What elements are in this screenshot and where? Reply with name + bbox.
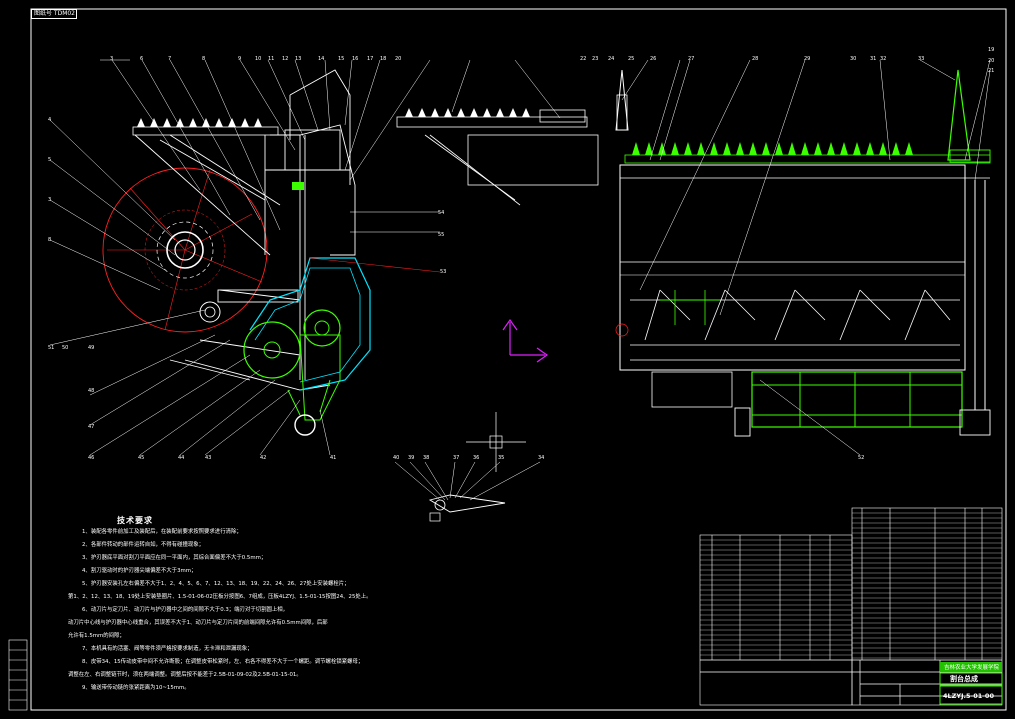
callout-number: 4 bbox=[48, 117, 52, 123]
callout-number: 8 bbox=[202, 56, 206, 62]
ucs-axis-icon bbox=[502, 318, 549, 363]
callout-number: 5 bbox=[48, 157, 52, 163]
callout-number: 36 bbox=[473, 455, 480, 461]
callout-number: 52 bbox=[858, 455, 865, 461]
callout-number: 47 bbox=[88, 424, 95, 430]
callout-number: 42 bbox=[260, 455, 267, 461]
callout-number: 27 bbox=[688, 56, 695, 62]
note-line: 7、本机具有的活塞、阀等零件须严格按要求制造，无卡滞和泄漏现象； bbox=[82, 646, 253, 652]
callout-number: 35 bbox=[498, 455, 505, 461]
drawing-code: 4LZYJ.5-01-00 bbox=[943, 692, 994, 700]
callout-number: 20 bbox=[395, 56, 402, 62]
callout-number: 38 bbox=[423, 455, 430, 461]
callout-number: 12 bbox=[282, 56, 289, 62]
callout-number: 48 bbox=[88, 388, 95, 394]
callout-number: 33 bbox=[918, 56, 925, 62]
callout-number: 55 bbox=[438, 232, 445, 238]
callout-number: 43 bbox=[205, 455, 212, 461]
callout-number: 7 bbox=[168, 56, 172, 62]
callout-number: 40 bbox=[393, 455, 400, 461]
callout-number: 44 bbox=[178, 455, 185, 461]
callout-number: 46 bbox=[88, 455, 95, 461]
callout-number: 45 bbox=[138, 455, 145, 461]
callout-number: 10 bbox=[255, 56, 262, 62]
callout-number: 31 bbox=[870, 56, 877, 62]
callout-number: 24 bbox=[608, 56, 615, 62]
callout-number: 49 bbox=[88, 345, 95, 351]
callout-number: 3 bbox=[110, 56, 114, 62]
callout-number: 41 bbox=[330, 455, 337, 461]
callout-number: 28 bbox=[752, 56, 759, 62]
drawing-name: 割台总成 bbox=[950, 675, 978, 683]
school-name: 吉林农业大学发展学院 bbox=[944, 665, 1000, 671]
callout-number: 6 bbox=[140, 56, 144, 62]
callout-number: 9 bbox=[238, 56, 242, 62]
note-line: 5、护刃器安装孔左右偏差不大于1、2、4、5、6、7、12、13、18、19、2… bbox=[82, 581, 350, 587]
callout-number: 11 bbox=[268, 56, 275, 62]
callout-number: 8 bbox=[48, 237, 52, 243]
note-line: 调整在左、右调整链节时，须在两端调整。调整后按不能差于2.5B-01-09-02… bbox=[68, 672, 302, 678]
front-view bbox=[615, 69, 991, 437]
detail-cutter bbox=[396, 59, 599, 206]
callout-number: 19 bbox=[988, 47, 995, 53]
callout-number: 15 bbox=[338, 56, 345, 62]
margin-strip bbox=[8, 639, 28, 711]
callout-number: 50 bbox=[62, 345, 69, 351]
callout-number: 3 bbox=[48, 197, 52, 203]
note-line: 第1、2、12、13、18、19处上安装垫圈片、1.5-01-06-02压板分按… bbox=[68, 594, 372, 600]
note-line: 4、割刀驱动时的护刃器尖端偏差不大于3mm； bbox=[82, 568, 197, 574]
callout-number: 17 bbox=[367, 56, 374, 62]
callout-number: 21 bbox=[988, 68, 995, 74]
callout-number: 18 bbox=[380, 56, 387, 62]
note-line: 6、动刀片与定刀片、动刀片与护刃器中之间的间隙不大于0.3；端刃对于切割圆上相， bbox=[82, 607, 289, 613]
callout-number: 16 bbox=[352, 56, 359, 62]
callout-number: 26 bbox=[650, 56, 657, 62]
callout-number: 39 bbox=[408, 455, 415, 461]
callout-number: 20 bbox=[988, 58, 995, 64]
note-line: 3、护刃器底平面对割刀平面应在同一平面内，其综合面偏差不大于0.5mm； bbox=[82, 555, 267, 561]
note-line: 9、输送带传动链的张紧距离为10~15mm。 bbox=[82, 685, 190, 691]
title-block: 吉林农业大学发展学院 割台总成 4LZYJ.5-01-00 bbox=[700, 508, 1001, 708]
callout-number: 29 bbox=[804, 56, 811, 62]
callout-number: 53 bbox=[440, 269, 447, 275]
callout-number: 30 bbox=[850, 56, 857, 62]
note-line: 允许有1.5mm的间隙； bbox=[68, 633, 125, 639]
callout-number: 37 bbox=[453, 455, 460, 461]
callout-number: 22 bbox=[580, 56, 587, 62]
callout-number: 34 bbox=[538, 455, 545, 461]
note-line: 2、各部件转动的部件运转自如，不得有碰撞现象； bbox=[82, 542, 205, 548]
leader-lines-right bbox=[621, 59, 991, 456]
callout-number: 14 bbox=[318, 56, 325, 62]
note-line: 8、皮带34、15传动皮带中间不允许断股；在调整皮带松紧时，左、右各不得差不大于… bbox=[82, 659, 364, 665]
callout-number: 25 bbox=[628, 56, 635, 62]
note-line: 动刀片中心线与护刃器中心线重合，其误差不大于1、动刀片与定刀片间的前端间隙允许有… bbox=[68, 620, 328, 626]
callout-number: 54 bbox=[438, 210, 445, 216]
side-view bbox=[102, 69, 441, 436]
callout-number: 51 bbox=[48, 345, 55, 351]
callout-number: 32 bbox=[880, 56, 887, 62]
notes-title: 技术要求 bbox=[117, 516, 153, 525]
detail-knife-guard bbox=[394, 461, 541, 522]
callout-number: 23 bbox=[592, 56, 599, 62]
note-line: 1、装配各零件前加工及装配后，在装配前要求按照要求进行清除； bbox=[82, 529, 242, 535]
callout-number: 13 bbox=[295, 56, 302, 62]
sheet-corner-tag: 图纸号 TDM02 bbox=[31, 9, 77, 19]
crosshair-cursor-icon bbox=[466, 412, 526, 472]
